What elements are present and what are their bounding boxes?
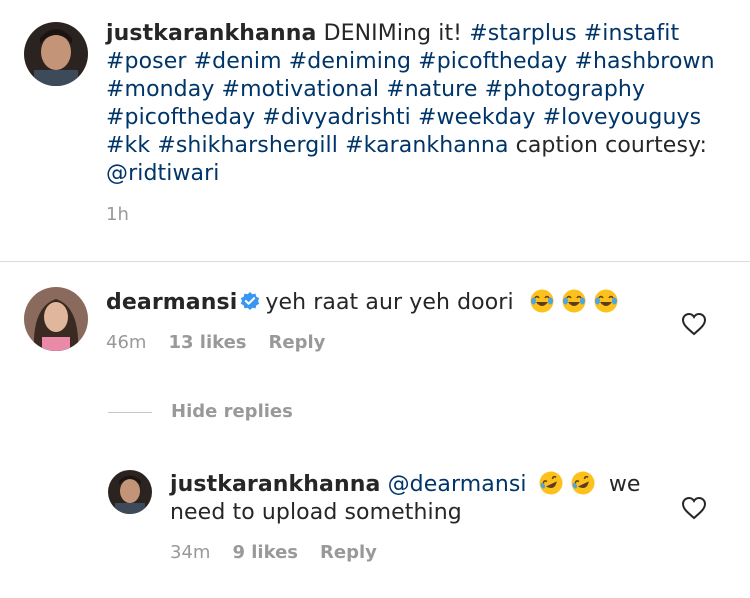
mention-link[interactable]: @ridtiwari <box>106 161 220 186</box>
hashtag[interactable]: #weekday <box>418 105 536 130</box>
hide-replies-button[interactable]: Hide replies <box>171 401 293 422</box>
reply-meta: 34m 9 likes Reply <box>170 542 399 563</box>
reply-avatar[interactable] <box>108 470 152 514</box>
reply-body: justkarankhanna @dearmansi we need to up… <box>170 470 680 527</box>
hashtag[interactable]: #starplus <box>469 21 576 46</box>
comment-username[interactable]: dearmansi <box>106 290 237 315</box>
face-with-tears-of-joy-icon <box>562 289 586 313</box>
hashtag[interactable]: #divyadrishti <box>262 105 411 130</box>
reply-mention-link[interactable]: @dearmansi <box>388 472 527 497</box>
caption-text: DENIMing it! <box>323 21 463 46</box>
face-with-tears-of-joy-icon <box>530 289 554 313</box>
reply-text-part1: we <box>608 472 641 497</box>
hashtag[interactable]: #deniming <box>289 49 411 74</box>
face-with-tears-of-joy-icon <box>594 289 618 313</box>
comment-time: 46m <box>106 332 147 353</box>
post-username[interactable]: justkarankhanna <box>106 21 316 46</box>
hashtag[interactable]: #shikharshergill <box>157 133 338 158</box>
hashtag[interactable]: #karankhanna <box>345 133 508 158</box>
hashtag[interactable]: #motivational <box>222 77 380 102</box>
post-author-avatar[interactable] <box>24 22 88 86</box>
rolling-on-floor-laughing-icon <box>539 471 563 495</box>
caption-trailing-text: caption courtesy: <box>515 133 708 158</box>
reply-reply-button[interactable]: Reply <box>320 542 377 563</box>
reply-username[interactable]: justkarankhanna <box>170 472 380 497</box>
post-time: 1h <box>106 204 129 225</box>
hashtag[interactable]: #denim <box>194 49 282 74</box>
hashtag[interactable]: #picoftheday <box>418 49 567 74</box>
hide-replies-line <box>108 412 152 413</box>
post-caption: justkarankhanna DENIMing it! #starplus #… <box>106 20 736 188</box>
comment-likes[interactable]: 13 likes <box>168 332 246 353</box>
hashtag[interactable]: #kk <box>106 133 150 158</box>
hashtag[interactable]: #nature <box>386 77 477 102</box>
verified-badge-icon <box>241 292 260 310</box>
hashtag[interactable]: #instafit <box>584 21 679 46</box>
hashtag[interactable]: #poser <box>106 49 187 74</box>
hashtag[interactable]: #monday <box>106 77 214 102</box>
comment-body: dearmansi yeh raat aur yeh doori <box>106 288 625 317</box>
reply-time: 34m <box>170 542 211 563</box>
comment-reply-button[interactable]: Reply <box>269 332 326 353</box>
comment-meta: 46m 13 likes Reply <box>106 332 347 353</box>
reply-likes[interactable]: 9 likes <box>232 542 298 563</box>
heart-icon[interactable] <box>681 312 707 336</box>
post-meta: 1h <box>106 204 151 225</box>
reply-text-part2: need to upload something <box>170 500 462 525</box>
hashtag[interactable]: #photography <box>485 77 646 102</box>
hashtag[interactable]: #hashbrown <box>574 49 714 74</box>
hashtag[interactable]: #loveyouguys <box>543 105 702 130</box>
hashtag[interactable]: #picoftheday <box>106 105 255 130</box>
rolling-on-floor-laughing-icon <box>571 471 595 495</box>
divider <box>0 261 750 262</box>
comment-text: yeh raat aur yeh doori <box>265 290 514 315</box>
comment-avatar[interactable] <box>24 287 88 351</box>
heart-icon[interactable] <box>681 496 707 520</box>
